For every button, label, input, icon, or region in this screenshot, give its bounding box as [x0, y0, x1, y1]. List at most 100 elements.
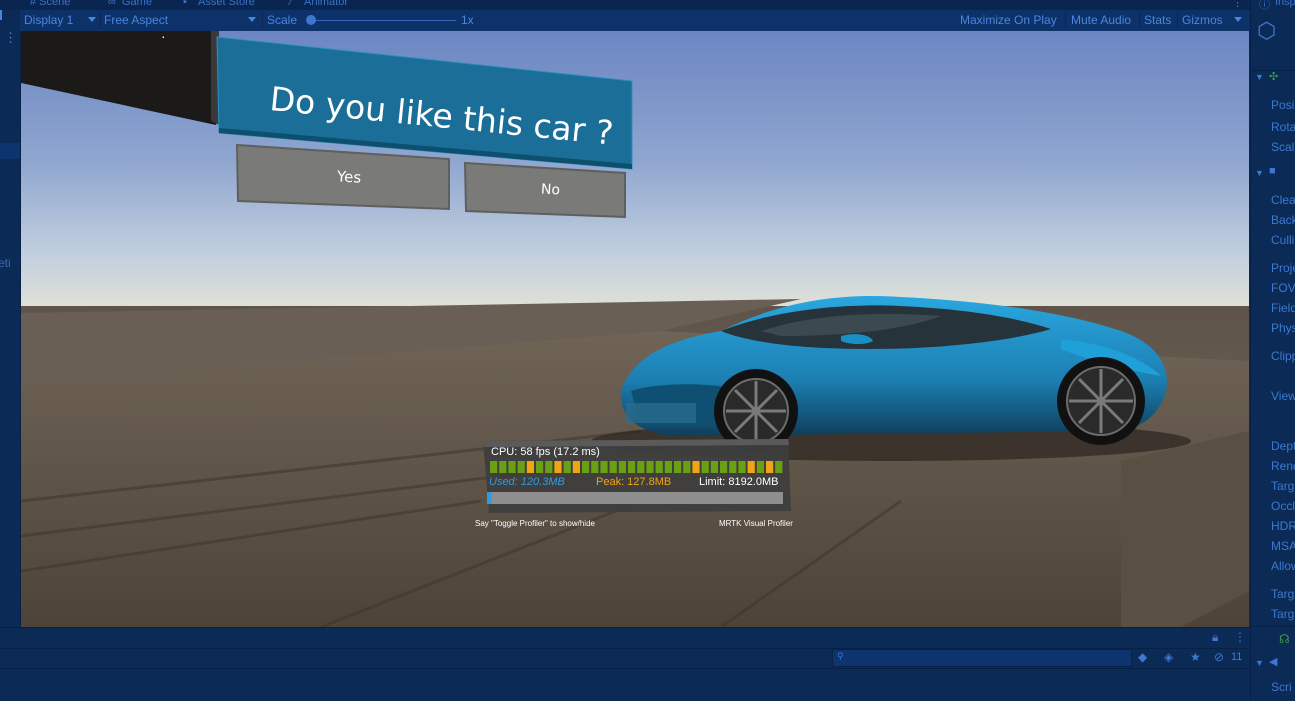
label-target-eye: Targ	[1271, 607, 1295, 621]
frame-bar	[499, 461, 507, 473]
label-script: Scri	[1271, 680, 1292, 694]
yes-button-label[interactable]: Yes	[337, 167, 362, 186]
frame-bar	[545, 461, 553, 473]
panel-menu-icon[interactable]: ⋮	[1234, 630, 1246, 644]
frame-bar	[572, 461, 580, 473]
frame-bar	[775, 461, 783, 473]
svg-text:·: ·	[161, 31, 166, 44]
scale-label: Scale	[267, 13, 298, 27]
label-msaa: MSA	[1271, 539, 1295, 553]
label-target-texture: Targ	[1271, 479, 1295, 493]
scale-value: 1x	[461, 13, 474, 27]
frame-bar	[554, 461, 562, 473]
display-select[interactable]: Display 1	[24, 13, 73, 27]
display-chevron-down-icon[interactable]	[88, 17, 96, 22]
frame-bar	[655, 461, 663, 473]
label-clipping-planes: Clipp	[1271, 349, 1295, 363]
memory-bar-track	[487, 492, 783, 504]
no-button-label[interactable]: No	[541, 182, 561, 199]
game-view-toolbar: Display 1 Free Aspect Scale 1x Maximize …	[20, 10, 1250, 32]
frame-bar	[508, 461, 516, 473]
frame-bar	[756, 461, 764, 473]
label-fov: FOV	[1271, 281, 1295, 295]
scale-slider-track[interactable]	[308, 20, 456, 21]
frame-bar	[674, 461, 682, 473]
tab-game[interactable]: Game	[122, 0, 152, 8]
aspect-chevron-down-icon[interactable]	[248, 17, 256, 22]
frame-bar	[683, 461, 691, 473]
label-viewport-rect: View	[1271, 389, 1295, 403]
tab-asset-store[interactable]: Asset Store	[198, 0, 255, 8]
gizmos-toggle[interactable]: Gizmos	[1182, 13, 1223, 27]
maximize-on-play-toggle[interactable]: Maximize On Play	[960, 13, 1057, 27]
label-scale: Scal	[1271, 140, 1295, 154]
label-background: Back	[1271, 213, 1295, 227]
profiler-hint: Say "Toggle Profiler" to show/hide	[475, 519, 595, 528]
label-target-display: Targ	[1271, 587, 1295, 601]
foldout-transform-icon[interactable]: ▼	[1255, 72, 1264, 82]
label-position: Posi	[1271, 98, 1295, 112]
stats-toggle[interactable]: Stats	[1144, 13, 1171, 27]
tab-animator[interactable]: Animator	[304, 0, 348, 8]
profiler-peak: Peak: 127.8MB	[596, 476, 672, 488]
frame-bar	[517, 461, 525, 473]
frame-bar	[729, 461, 737, 473]
label-field-of-view: Field	[1271, 301, 1295, 315]
transform-icon: ✣	[1269, 71, 1279, 83]
frame-bar	[618, 461, 626, 473]
lock-icon[interactable]: 🔒︎	[1212, 630, 1218, 645]
camera-icon: ■	[1269, 165, 1276, 177]
frame-bar	[609, 461, 617, 473]
asset-store-icon: ▪	[183, 0, 187, 8]
frame-bar	[591, 461, 599, 473]
label-clear-flags: Clea	[1271, 193, 1295, 207]
editor-tab-strip: # Scene ∞ Game ▪ Asset Store ⁄ Animator …	[0, 0, 1250, 10]
game-view[interactable]: · Do you like this car ? Yes No CPU: 58 …	[21, 31, 1249, 627]
memory-bar-fill	[487, 492, 492, 504]
frame-bar	[766, 461, 774, 473]
ledge	[1121, 431, 1249, 627]
game-icon: ∞	[108, 0, 116, 8]
hidden-packages-icon[interactable]: ⊘	[1214, 650, 1224, 664]
kebab-menu-icon[interactable]: ⋮	[4, 30, 17, 46]
label-occlusion-culling: Occl	[1271, 499, 1295, 513]
selected-row[interactable]	[0, 143, 20, 159]
frame-bar	[628, 461, 636, 473]
label-rotation: Rota	[1271, 120, 1295, 134]
filter-by-label-icon[interactable]: ◈	[1164, 650, 1173, 664]
label-culling-mask: Culli	[1271, 233, 1295, 247]
frame-bar	[701, 461, 709, 473]
frame-bar	[536, 461, 544, 473]
inspector-panel: ⓘ Insp ⬡ ▼ ▼ ■ ✣ Posi Rota Scal Clea Bac…	[1250, 0, 1295, 700]
animator-icon: ⁄	[290, 0, 292, 8]
label-rendering-path: Rend	[1271, 459, 1295, 473]
filter-by-type-icon[interactable]: ◆	[1138, 650, 1147, 664]
speaker-icon: ◀	[1269, 656, 1278, 668]
tab-scene[interactable]: # Scene	[30, 0, 70, 8]
project-search-input[interactable]: ⚲	[832, 649, 1132, 667]
frame-bar	[582, 461, 590, 473]
frame-bar	[637, 461, 645, 473]
label-allow-dynamic-resolution: Allow	[1271, 559, 1295, 573]
favorites-star-icon[interactable]: ★	[1190, 650, 1201, 664]
frame-bar	[646, 461, 654, 473]
frame-bar	[600, 461, 608, 473]
frame-bar	[747, 461, 755, 473]
aspect-select[interactable]: Free Aspect	[104, 13, 168, 27]
foldout-audio-icon[interactable]: ▼	[1255, 658, 1264, 668]
mute-audio-toggle[interactable]: Mute Audio	[1071, 13, 1131, 27]
frame-bar	[738, 461, 746, 473]
frame-bar	[710, 461, 718, 473]
label-projection: Proje	[1271, 261, 1295, 275]
scale-slider-thumb[interactable]	[306, 15, 316, 25]
gizmos-chevron-down-icon[interactable]	[1234, 17, 1242, 22]
game-scene: ·	[21, 31, 1249, 627]
frame-bar	[490, 461, 498, 473]
foldout-camera-icon[interactable]: ▼	[1255, 168, 1264, 178]
label-physical: Phys	[1271, 321, 1295, 335]
inspector-tab[interactable]: Insp	[1275, 0, 1295, 8]
frame-bar	[563, 461, 571, 473]
tab-menu-icon[interactable]: ⋮	[1232, 0, 1243, 9]
edge-highlight	[0, 10, 2, 20]
headphones-icon: ☊	[1279, 632, 1290, 646]
